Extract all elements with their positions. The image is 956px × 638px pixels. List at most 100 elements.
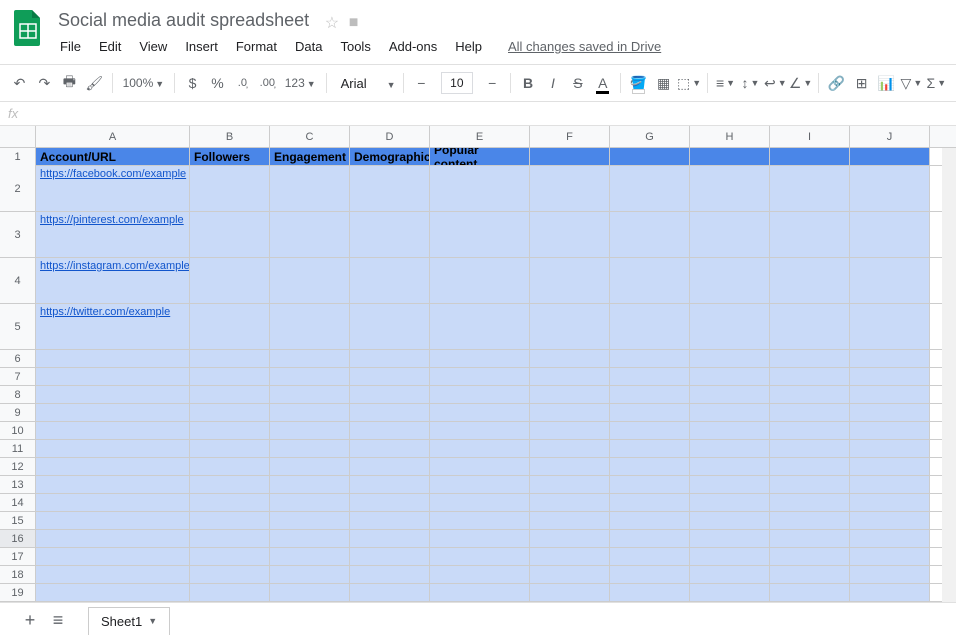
row-header-4[interactable]: 4 [0,258,36,303]
menu-data[interactable]: Data [287,35,330,58]
cell-J14[interactable] [850,494,930,511]
rotate-button[interactable]: ∠▼ [789,70,812,96]
cell-G15[interactable] [610,512,690,529]
cell-I13[interactable] [770,476,850,493]
cell-H3[interactable] [690,212,770,257]
cell-B8[interactable] [190,386,270,403]
cell-E17[interactable] [430,548,530,565]
row-header-8[interactable]: 8 [0,386,36,403]
cell-H7[interactable] [690,368,770,385]
col-header-F[interactable]: F [530,126,610,147]
cell-B19[interactable] [190,584,270,601]
cell-J8[interactable] [850,386,930,403]
col-header-D[interactable]: D [350,126,430,147]
cell-H6[interactable] [690,350,770,367]
cell-D6[interactable] [350,350,430,367]
undo-button[interactable]: ↶ [8,70,31,96]
menu-file[interactable]: File [52,35,89,58]
cell-D5[interactable] [350,304,430,349]
cell-I4[interactable] [770,258,850,303]
cell-I11[interactable] [770,440,850,457]
cell-E2[interactable] [430,166,530,211]
cell-B18[interactable] [190,566,270,583]
cell-B6[interactable] [190,350,270,367]
cell-A13[interactable] [36,476,190,493]
cell-E18[interactable] [430,566,530,583]
italic-button[interactable]: I [542,70,565,96]
cell-E13[interactable] [430,476,530,493]
cell-A17[interactable] [36,548,190,565]
cell-C13[interactable] [270,476,350,493]
cell-I10[interactable] [770,422,850,439]
cell-G8[interactable] [610,386,690,403]
select-all-corner[interactable] [0,126,36,147]
row-header-2[interactable]: 2 [0,166,36,211]
cell-I7[interactable] [770,368,850,385]
borders-button[interactable]: ▦ [652,70,675,96]
row-header-11[interactable]: 11 [0,440,36,457]
cell-C16[interactable] [270,530,350,547]
cell-C4[interactable] [270,258,350,303]
row-header-6[interactable]: 6 [0,350,36,367]
cell-J1[interactable] [850,148,930,165]
cell-G10[interactable] [610,422,690,439]
cell-F1[interactable] [530,148,610,165]
row-header-9[interactable]: 9 [0,404,36,421]
cell-G3[interactable] [610,212,690,257]
cell-G19[interactable] [610,584,690,601]
cell-H17[interactable] [690,548,770,565]
cell-I5[interactable] [770,304,850,349]
link-button[interactable]: 🔗 [825,70,848,96]
cell-C9[interactable] [270,404,350,421]
cell-H12[interactable] [690,458,770,475]
cell-C19[interactable] [270,584,350,601]
cell-G17[interactable] [610,548,690,565]
cell-C14[interactable] [270,494,350,511]
cell-H1[interactable] [690,148,770,165]
cell-B3[interactable] [190,212,270,257]
cell-H9[interactable] [690,404,770,421]
more-formats-button[interactable]: 123▼ [281,76,320,90]
cell-A5[interactable]: https://twitter.com/example [36,304,190,349]
align-button[interactable]: ≡▼ [714,70,737,96]
cell-G5[interactable] [610,304,690,349]
cell-A11[interactable] [36,440,190,457]
cell-I17[interactable] [770,548,850,565]
menu-help[interactable]: Help [447,35,490,58]
cell-J18[interactable] [850,566,930,583]
col-header-C[interactable]: C [270,126,350,147]
cell-A14[interactable] [36,494,190,511]
cell-D10[interactable] [350,422,430,439]
cell-I9[interactable] [770,404,850,421]
menu-format[interactable]: Format [228,35,285,58]
cell-D1[interactable]: Demographics [350,148,430,165]
cell-C11[interactable] [270,440,350,457]
cell-C17[interactable] [270,548,350,565]
cell-D15[interactable] [350,512,430,529]
cell-G11[interactable] [610,440,690,457]
fill-color-button[interactable]: 🪣 [627,70,650,96]
row-header-14[interactable]: 14 [0,494,36,511]
cell-D18[interactable] [350,566,430,583]
document-title[interactable]: Social media audit spreadsheet [52,8,315,33]
cell-A9[interactable] [36,404,190,421]
cell-B7[interactable] [190,368,270,385]
cell-I3[interactable] [770,212,850,257]
cell-D12[interactable] [350,458,430,475]
cell-D7[interactable] [350,368,430,385]
cell-J12[interactable] [850,458,930,475]
col-header-A[interactable]: A [36,126,190,147]
cell-I16[interactable] [770,530,850,547]
cell-B14[interactable] [190,494,270,511]
cell-B1[interactable]: Followers [190,148,270,165]
cell-F2[interactable] [530,166,610,211]
cell-E11[interactable] [430,440,530,457]
increase-fontsize-button[interactable]: − [481,70,504,96]
cell-D16[interactable] [350,530,430,547]
cell-J11[interactable] [850,440,930,457]
cell-B2[interactable] [190,166,270,211]
cell-J9[interactable] [850,404,930,421]
cell-E16[interactable] [430,530,530,547]
cell-D13[interactable] [350,476,430,493]
formula-bar[interactable]: fx [0,102,956,126]
